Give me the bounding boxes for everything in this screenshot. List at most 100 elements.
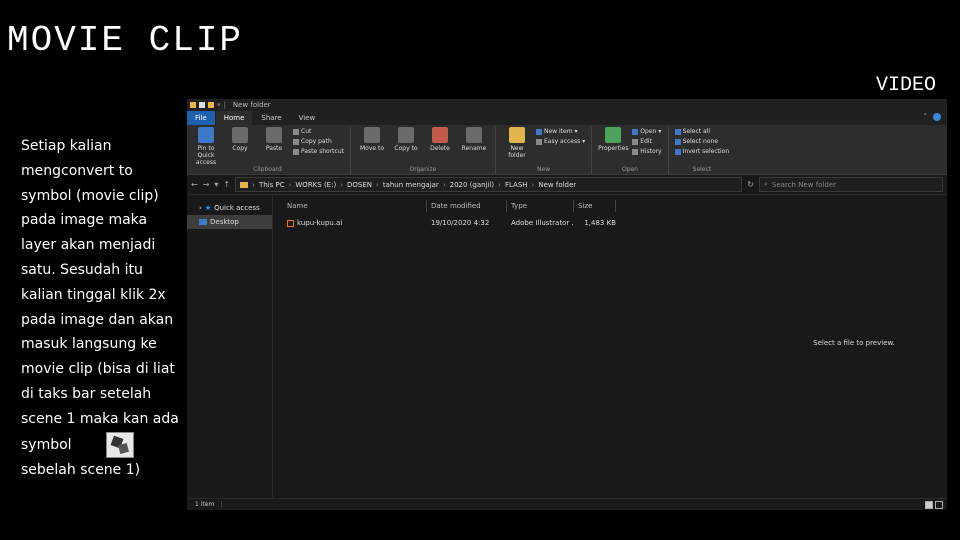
column-header-date[interactable]: Date modified	[427, 200, 507, 212]
paste-shortcut-button[interactable]: Paste shortcut	[293, 148, 344, 155]
chevron-down-icon[interactable]: ▾	[214, 180, 218, 189]
group-label: Open	[621, 166, 638, 173]
path-input[interactable]: › This PC › WORKS (E:) › DOSEN › tahun m…	[235, 177, 743, 192]
table-row[interactable]: kupu-kupu.ai 19/10/2020 4:32 Adobe Illus…	[283, 216, 761, 230]
breadcrumb-tahun[interactable]: tahun mengajar	[383, 181, 439, 189]
large-icons-view-icon[interactable]	[935, 501, 943, 509]
tab-share[interactable]: Share	[253, 111, 289, 125]
rename-button[interactable]: Rename	[459, 127, 489, 152]
breadcrumb-2020[interactable]: 2020 (ganjil)	[450, 181, 495, 189]
move-to-button[interactable]: Move to	[357, 127, 387, 152]
select-none-icon	[674, 138, 681, 145]
properties-button[interactable]: Properties	[598, 127, 628, 152]
copy-folder-icon	[397, 127, 414, 143]
chevron-up-icon[interactable]: ˄	[924, 113, 928, 121]
chevron-right-icon: ›	[531, 180, 535, 189]
file-list: Name Date modified Type Size kupu-kupu.a…	[273, 195, 761, 499]
nav-item-quick-access[interactable]: › ★ Quick access	[187, 201, 272, 215]
file-type-cell: Adobe Illustrator ...	[511, 219, 574, 227]
chevron-right-icon: ›	[288, 180, 292, 189]
search-input[interactable]: ⌕ Search New folder	[759, 177, 943, 192]
open-icon	[632, 128, 639, 135]
search-icon: ⌕	[764, 180, 768, 188]
new-folder-icon[interactable]	[208, 102, 214, 108]
star-icon: ★	[204, 204, 212, 212]
copy-icon	[232, 127, 248, 143]
pin-to-quick-access-button[interactable]: Pin to Quick access	[191, 127, 221, 166]
slide-title: MOVIE CLIP	[7, 20, 244, 61]
folder-icon	[240, 181, 249, 188]
copy-path-icon	[293, 138, 299, 145]
new-item-icon	[535, 128, 542, 135]
details-view-icon[interactable]	[925, 501, 933, 509]
rename-icon	[465, 127, 482, 143]
tab-file[interactable]: File	[187, 111, 215, 125]
copy-path-button[interactable]: Copy path	[293, 138, 344, 145]
status-bar: 1 item |	[187, 498, 947, 510]
up-arrow-icon[interactable]: ↑	[223, 180, 230, 189]
forward-arrow-icon[interactable]: →	[203, 180, 210, 189]
refresh-icon[interactable]: ↻	[747, 180, 754, 189]
select-none-button[interactable]: Select none	[674, 138, 730, 145]
status-separator: |	[220, 501, 223, 508]
copy-button[interactable]: Copy	[225, 127, 255, 152]
breadcrumb-dosen[interactable]: DOSEN	[347, 181, 372, 189]
puzzle-symbol-icon	[105, 431, 134, 458]
body-line: satu. Sesudah itu	[21, 261, 143, 278]
body-line: di taks bar setelah	[21, 385, 152, 402]
body-line: movie clip (bisa di liat	[21, 361, 175, 378]
body-line: sebelah scene 1)	[21, 461, 141, 478]
chevron-right-icon: ›	[376, 180, 379, 189]
open-button[interactable]: Open ▾	[632, 128, 661, 135]
explorer-content: › ★ Quick access Desktop Name Date modif…	[187, 195, 947, 499]
body-line-with-icon: symbol	[21, 431, 189, 458]
paste-button[interactable]: Paste	[259, 127, 289, 152]
chevron-right-icon: ›	[340, 180, 343, 189]
column-header-name[interactable]: Name	[283, 200, 427, 212]
preview-pane: Select a file to preview.	[761, 195, 947, 499]
help-icon[interactable]	[933, 113, 941, 121]
body-line: mengconvert to	[21, 162, 133, 179]
group-label: Clipboard	[253, 166, 282, 173]
column-header-size[interactable]: Size	[574, 200, 616, 212]
tab-home[interactable]: Home	[215, 111, 253, 125]
move-folder-icon	[363, 127, 380, 143]
breadcrumb-new-folder[interactable]: New folder	[538, 181, 576, 189]
tab-view[interactable]: View	[291, 111, 324, 125]
file-explorer-window: ▾ | New folder File Home Share View ˄ Pi…	[187, 99, 947, 510]
breadcrumb-this-pc[interactable]: This PC	[259, 181, 285, 189]
history-button[interactable]: History	[632, 148, 662, 155]
nav-item-desktop[interactable]: Desktop	[187, 215, 272, 229]
breadcrumb-drive[interactable]: WORKS (E:)	[295, 181, 336, 189]
easy-access-button[interactable]: Easy access ▾	[535, 138, 585, 145]
chevron-down-icon[interactable]: ▾	[217, 101, 221, 109]
properties-check-icon[interactable]	[199, 102, 205, 108]
copy-to-button[interactable]: Copy to	[391, 127, 421, 152]
chevron-right-icon[interactable]: ›	[199, 204, 202, 212]
search-placeholder: Search New folder	[771, 180, 837, 189]
column-header-type[interactable]: Type	[507, 200, 574, 212]
select-all-icon	[674, 128, 681, 135]
scissors-icon	[293, 128, 299, 135]
address-bar: ← → ▾ ↑ › This PC › WORKS (E:) › DOSEN ›…	[187, 175, 947, 195]
paste-icon	[266, 127, 282, 143]
desktop-icon	[199, 219, 207, 225]
body-line: pada image dan akan	[21, 311, 174, 328]
breadcrumb-flash[interactable]: FLASH	[505, 181, 528, 189]
edit-button[interactable]: Edit	[632, 138, 661, 145]
navigation-pane: › ★ Quick access Desktop	[187, 195, 273, 499]
new-folder-icon	[508, 127, 525, 143]
ribbon-controls: ˄	[924, 113, 941, 121]
body-line: Setiap kalian	[21, 138, 112, 154]
slide-subtitle: VIDEO	[875, 74, 936, 97]
new-item-button[interactable]: New item ▾	[535, 128, 585, 135]
slide-body-text: Setiap kalian mengconvert to symbol (mov…	[21, 134, 189, 482]
select-group: Select all Select none Invert selection …	[674, 127, 736, 174]
select-all-button[interactable]: Select all	[674, 128, 730, 135]
open-small-actions: Open ▾ Edit History	[632, 127, 662, 155]
invert-selection-button[interactable]: Invert selection	[674, 148, 729, 155]
cut-button[interactable]: Cut	[293, 128, 344, 135]
delete-button[interactable]: Delete	[425, 127, 455, 152]
back-arrow-icon[interactable]: ←	[191, 180, 198, 189]
new-folder-button[interactable]: New folder	[502, 127, 532, 159]
